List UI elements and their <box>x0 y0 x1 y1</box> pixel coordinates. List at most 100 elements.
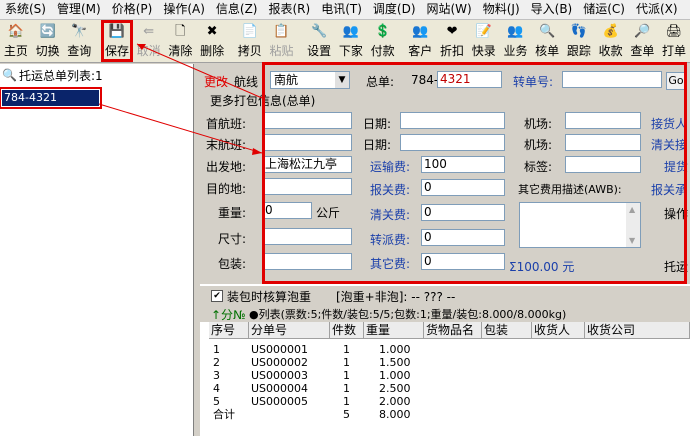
menu-bar: 系统(S) 管理(M) 价格(P) 操作(A) 信息(Z) 报表(R) 电讯(T) 调度(D)… <box>0 0 690 20</box>
toolbar-button[interactable]: 👥 下家 <box>335 20 367 62</box>
airport-input-2[interactable] <box>565 134 641 151</box>
menu-item[interactable]: 系统(S) <box>0 0 52 19</box>
delivery-input[interactable]: 0 <box>421 229 505 246</box>
menu-item[interactable]: 管理(M) <box>52 0 107 19</box>
other-fee-label: 其它费: <box>370 257 411 271</box>
toolbar-label: 业务 <box>503 44 528 58</box>
master-number-input[interactable]: 4321 <box>437 71 502 88</box>
table-header[interactable]: 包装 <box>482 322 532 339</box>
toolbar-button[interactable]: 🔧 设置 <box>303 20 335 62</box>
toolbar-button[interactable]: 🏠 主页 <box>0 20 32 62</box>
freight-label: 运输费: <box>370 160 411 174</box>
toolbar-button[interactable]: 👥 业务 <box>500 20 532 62</box>
toolbar-button[interactable]: ❤ 折扣 <box>436 20 468 62</box>
transfer-input[interactable] <box>562 71 662 88</box>
toolbar-button[interactable]: ✖ 删除 <box>196 20 228 62</box>
list-summary: ●列表(票数:5;件数/装包:5/5;包数:1;重量/装包:8.000/8.00… <box>249 308 567 321</box>
freight-input[interactable]: 100 <box>421 156 505 173</box>
table-header[interactable]: 序号 <box>209 322 249 339</box>
toolbar-button[interactable]: 💲 付款 <box>367 20 399 62</box>
table-cell: 4 <box>213 382 220 395</box>
toolbar-button[interactable]: 🔎 查单 <box>626 20 658 62</box>
table-cell: 1.000 <box>379 343 411 356</box>
scroll-up-icon[interactable]: ▲ <box>629 205 635 214</box>
menu-item[interactable]: 导入(B) <box>526 0 579 19</box>
table-header[interactable]: 货物品名 <box>424 322 482 339</box>
toolbar-button[interactable]: 🖨 打单 <box>658 20 690 62</box>
toolbar-button[interactable]: 🔄 切换 <box>32 20 64 62</box>
date-input-2[interactable] <box>400 134 505 151</box>
origin-input[interactable]: 上海松江九亭 <box>262 156 352 173</box>
right-label-operation: 操作 <box>664 207 689 221</box>
table-cell: 1 <box>343 382 350 395</box>
menu-item[interactable]: 价格(P) <box>107 0 159 19</box>
other-desc-textarea[interactable]: ▲ ▼ <box>519 202 641 248</box>
tag-input[interactable] <box>565 156 641 173</box>
menu-item[interactable]: 报表(R) <box>263 0 316 19</box>
menu-item[interactable]: 信息(Z) <box>211 0 264 19</box>
sub-number-button[interactable]: ↑分№ <box>211 306 246 323</box>
textarea-scrollbar[interactable]: ▲ ▼ <box>626 203 640 247</box>
toolbar-button[interactable]: ⇚ 取消 <box>133 20 165 62</box>
master-list-item[interactable]: 784-4321 <box>0 87 102 109</box>
table-header[interactable]: 分单号 <box>249 322 330 339</box>
other-fee-input[interactable]: 0 <box>421 253 505 270</box>
toolbar-icon: 💰 <box>602 24 619 39</box>
delivery-label: 转派费: <box>370 233 411 247</box>
search-icon: 🔍 <box>2 68 17 82</box>
airline-select[interactable]: 南航 ▼ <box>270 71 350 89</box>
clearance-input[interactable]: 0 <box>421 204 505 221</box>
toolbar-button[interactable]: 🔍 核单 <box>531 20 563 62</box>
menu-item[interactable]: 电讯(T) <box>316 0 368 19</box>
toolbar-label: 删除 <box>200 44 225 58</box>
airport-input-1[interactable] <box>565 112 641 129</box>
toolbar-label: 折扣 <box>440 44 465 58</box>
change-label: 更改 <box>204 75 229 89</box>
clearance-label: 清关费: <box>370 208 411 222</box>
customs-input[interactable]: 0 <box>421 179 505 196</box>
dest-input[interactable] <box>262 178 352 195</box>
volume-checkbox[interactable]: ✔ <box>211 290 223 302</box>
master-list-title: 托运总单列表:1 <box>18 68 103 83</box>
toolbar: 🏠 主页 🔄 切换 🔭 查询 💾 保存 ⇚ 取消 🗋 清除 ✖ 删除 📄 拷贝 📋 粘贴 🔧 设置 👥 下家 💲 付款 👥 客户 ❤… <box>0 20 690 63</box>
toolbar-button[interactable]: 💾 保存 <box>101 20 133 62</box>
go-button[interactable]: Go <box>666 72 686 90</box>
toolbar-button[interactable]: 👣 跟踪 <box>563 20 595 62</box>
menu-item[interactable]: 调度(D) <box>368 0 422 19</box>
airline-label: 航线 <box>234 75 259 89</box>
menu-item[interactable]: 储运(C) <box>578 0 631 19</box>
table-cell: 1.500 <box>379 356 411 369</box>
toolbar-label: 收款 <box>598 44 623 58</box>
total-amount: Σ100.00 元 <box>509 260 575 274</box>
table-cell: 3 <box>213 369 220 382</box>
menu-item[interactable]: 操作(A) <box>158 0 211 19</box>
scroll-down-icon[interactable]: ▼ <box>629 236 635 245</box>
toolbar-button[interactable]: 📄 拷贝 <box>234 20 266 62</box>
table-total-cell: 合计 <box>213 408 235 421</box>
last-flight-input[interactable] <box>262 134 352 151</box>
other-desc-label: 其它费用描述(AWB): <box>518 183 622 196</box>
menu-item[interactable]: 代派(X) <box>631 0 684 19</box>
toolbar-label: 跟踪 <box>566 44 591 58</box>
table-header[interactable]: 收货人 <box>532 322 585 339</box>
menu-item[interactable]: 物料(J) <box>478 0 526 19</box>
toolbar-button[interactable]: 💰 收款 <box>595 20 627 62</box>
first-flight-input[interactable] <box>262 112 352 129</box>
table-header[interactable]: 收货公司 <box>585 322 690 339</box>
toolbar-icon: 💾 <box>108 24 126 39</box>
airport-label-1: 机场: <box>524 117 553 131</box>
toolbar-button[interactable]: 📝 快录 <box>468 20 500 62</box>
menu-item[interactable]: 网站(W) <box>422 0 478 19</box>
weight-input[interactable]: 0 <box>262 202 312 219</box>
last-flight-label: 末航班: <box>206 138 247 152</box>
size-input[interactable] <box>262 228 352 245</box>
chevron-down-icon[interactable]: ▼ <box>335 72 349 88</box>
toolbar-button[interactable]: 👥 客户 <box>404 20 436 62</box>
date-input-1[interactable] <box>400 112 505 129</box>
toolbar-button[interactable]: 🔭 查询 <box>63 20 95 62</box>
pack-input[interactable] <box>262 253 352 270</box>
table-header[interactable]: 重量 <box>364 322 424 339</box>
toolbar-button[interactable]: 📋 粘贴 <box>266 20 298 62</box>
table-header[interactable]: 件数 <box>330 322 364 339</box>
toolbar-button[interactable]: 🗋 清除 <box>165 20 197 62</box>
